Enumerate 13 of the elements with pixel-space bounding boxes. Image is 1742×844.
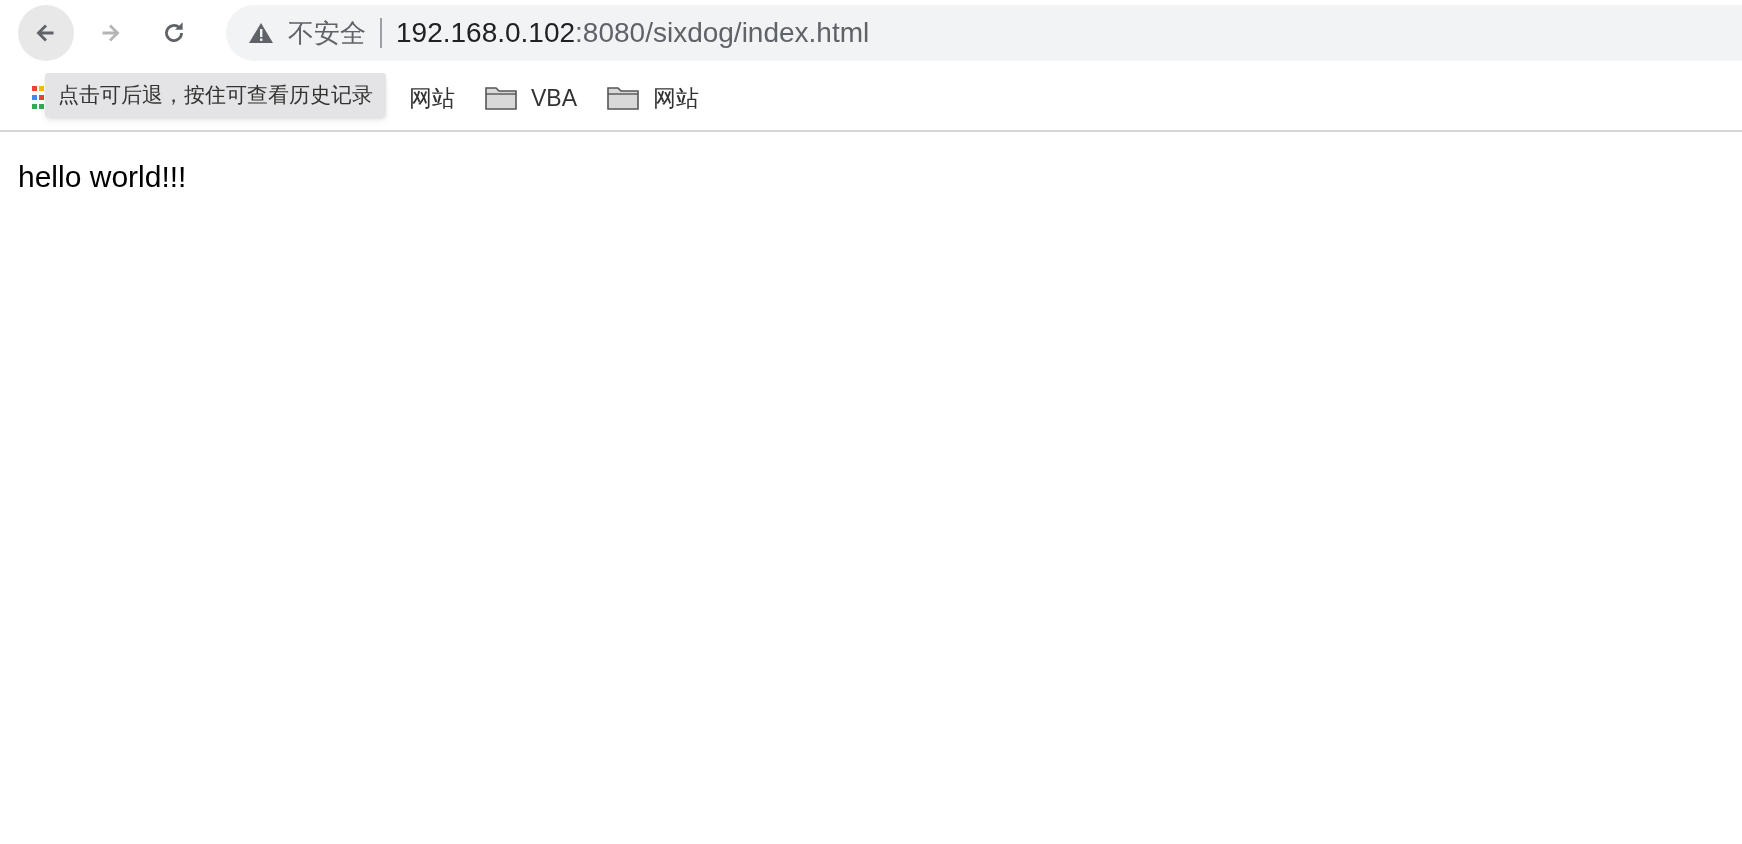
bookmark[interactable]: VBA [485,80,578,116]
folder-icon [485,86,517,110]
apps-icon[interactable] [32,86,44,110]
folder-icon [607,86,640,110]
warning-icon[interactable] [248,22,274,44]
bookmark[interactable]: 网站 [409,80,455,116]
back-button[interactable] [18,5,74,61]
tooltip: 点击可后退，按住可查看历史记录 [45,73,386,117]
bookmark[interactable]: 网站 [607,80,700,116]
address-bar[interactable]: 不安全 192.168.0.102:8080/sixdog/index.html [226,5,1742,61]
page-text: hello world!!! [17,159,188,195]
security-label[interactable]: 不安全 [288,13,366,53]
url-text[interactable]: 192.168.0.102:8080/sixdog/index.html [396,12,870,54]
